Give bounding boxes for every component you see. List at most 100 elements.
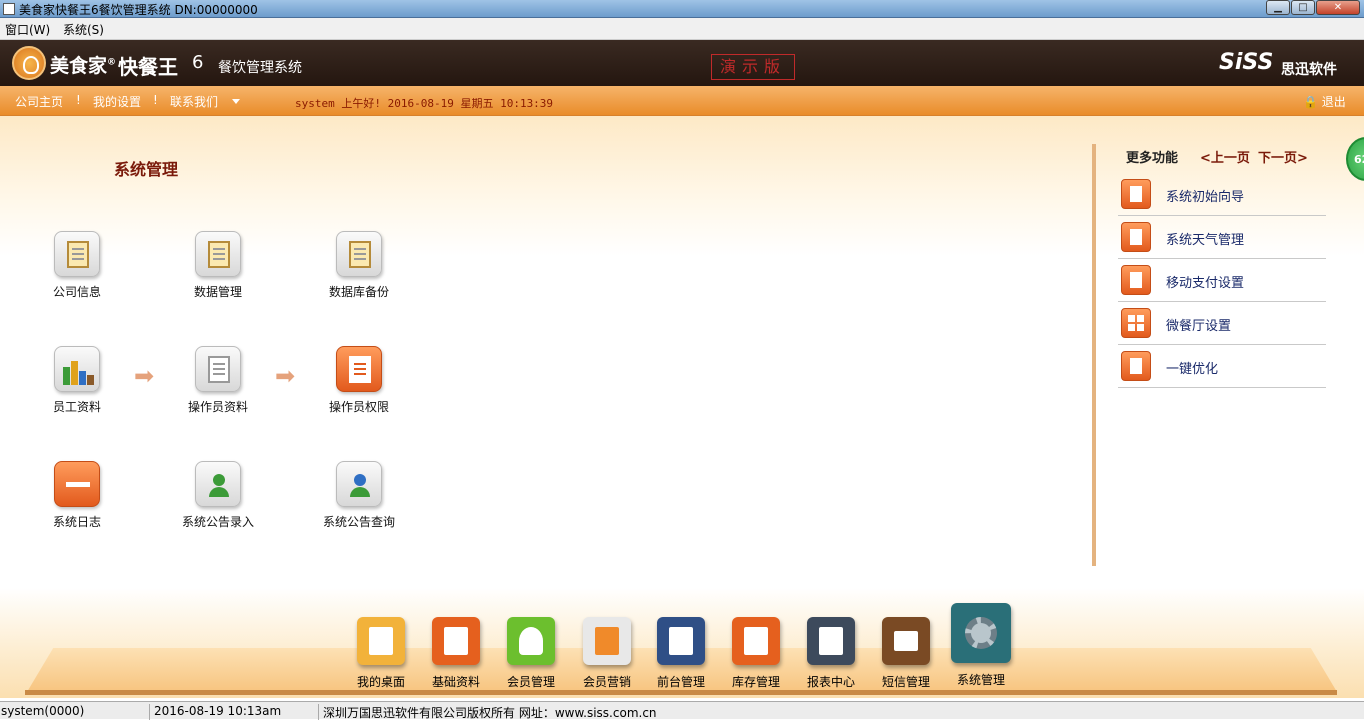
- front-desk-glyph: [669, 627, 693, 655]
- func-notice-entry[interactable]: 系统公告录入: [163, 461, 273, 530]
- func-staff-profile[interactable]: 员工资料: [22, 346, 132, 415]
- gear-glyph: [965, 617, 997, 649]
- optimize-icon: [1121, 351, 1151, 381]
- dock-inventory-management[interactable]: 库存管理: [718, 617, 794, 690]
- func-company-info[interactable]: 公司信息: [22, 231, 132, 300]
- product-subtitle: 餐饮管理系统: [218, 60, 302, 76]
- side-item-label: 系统天气管理: [1166, 233, 1245, 248]
- prev-page-link[interactable]: <上一页: [1200, 147, 1250, 166]
- func-label: 操作员权限: [328, 400, 389, 414]
- nav-contact-link[interactable]: 联系我们: [170, 93, 218, 110]
- title-bar: 美食家快餐王6餐饮管理系统 DN:00000000 ▁ □ ✕: [0, 0, 1364, 18]
- weather-doc-icon: [1121, 222, 1151, 252]
- dock-label: 我的桌面: [356, 675, 405, 689]
- nav-settings-link[interactable]: 我的设置: [93, 93, 141, 110]
- logout-link[interactable]: 🔒 退出: [1303, 93, 1346, 110]
- chevron-down-icon[interactable]: [232, 99, 240, 104]
- func-label: 数据管理: [193, 285, 242, 299]
- greeting-text: system 上午好! 2016-08-19 星期五 10:13:39: [295, 97, 554, 110]
- dock-sms-management[interactable]: 短信管理: [868, 617, 944, 690]
- mobile-pay-icon: [1121, 265, 1151, 295]
- document-glyph: [444, 627, 468, 655]
- demo-badge: 演示版: [711, 54, 795, 80]
- window-controls: ▁ □ ✕: [1265, 0, 1360, 16]
- report-icon: [807, 617, 855, 665]
- clipboard-icon: [54, 231, 100, 277]
- func-system-log[interactable]: 系统日志: [22, 461, 132, 530]
- inventory-glyph: [744, 627, 768, 655]
- data-file-glyph: [208, 241, 230, 268]
- nav-separator: !: [153, 93, 158, 107]
- side-item-micro-restaurant[interactable]: 微餐厅设置: [1118, 302, 1326, 345]
- status-time: 2016-08-19 10:13am: [149, 704, 281, 720]
- side-item-mobile-pay[interactable]: 移动支付设置: [1118, 259, 1326, 302]
- database-backup-icon: [336, 231, 382, 277]
- home-glyph: [369, 627, 393, 655]
- nav-separator: !: [76, 93, 81, 107]
- dock-front-management[interactable]: 前台管理: [643, 617, 719, 690]
- minus-glyph: [66, 482, 90, 487]
- next-page-link[interactable]: 下一页>: [1258, 147, 1308, 166]
- product-name: 快餐王: [118, 55, 178, 79]
- menu-bar: 窗口(W) 系统(S): [0, 18, 1364, 40]
- product-version: 6: [192, 52, 204, 73]
- dock-label: 报表中心: [806, 675, 855, 689]
- close-button[interactable]: ✕: [1316, 0, 1360, 15]
- status-user: system(0000): [1, 704, 85, 718]
- dock-report-center[interactable]: 报表中心: [793, 617, 869, 690]
- envelope-glyph: [894, 631, 918, 651]
- dock-edge: [25, 690, 1337, 695]
- side-item-weather[interactable]: 系统天气管理: [1118, 216, 1326, 259]
- report-glyph: [819, 627, 843, 655]
- dock-label: 库存管理: [731, 675, 780, 689]
- dock-member-management[interactable]: 会员管理: [493, 617, 569, 690]
- side-item-init-wizard[interactable]: 系统初始向导: [1118, 173, 1326, 216]
- brand-name: 美食家®: [50, 51, 116, 78]
- func-label: 公司信息: [52, 285, 101, 299]
- minimize-button[interactable]: ▁: [1266, 0, 1290, 15]
- nav-home-link[interactable]: 公司主页: [15, 93, 63, 110]
- dock-my-desktop[interactable]: 我的桌面: [343, 617, 419, 690]
- flow-arrow-icon: ➡: [134, 362, 155, 390]
- func-label: 操作员资料: [187, 400, 248, 414]
- dock-system-management[interactable]: 系统管理: [943, 603, 1019, 688]
- logout-label: 退出: [1321, 95, 1346, 109]
- dock-label: 短信管理: [881, 675, 930, 689]
- flow-arrow-icon: ➡: [275, 362, 296, 390]
- inventory-icon: [732, 617, 780, 665]
- func-data-management[interactable]: 数据管理: [163, 231, 273, 300]
- maximize-button[interactable]: □: [1291, 0, 1315, 15]
- func-notice-query[interactable]: 系统公告查询: [304, 461, 414, 530]
- data-file-icon: [195, 231, 241, 277]
- func-label: 系统公告查询: [322, 515, 395, 529]
- dock-basic-data[interactable]: 基础资料: [418, 617, 494, 690]
- func-operator-permission[interactable]: 操作员权限: [304, 346, 414, 415]
- vendor-logo: SiSS: [1219, 50, 1274, 75]
- more-functions-title: 更多功能: [1126, 151, 1179, 166]
- dock-label: 会员营销: [582, 675, 631, 689]
- func-operator-profile[interactable]: 操作员资料: [163, 346, 273, 415]
- menu-window[interactable]: 窗口(W): [5, 21, 50, 38]
- brand-mark: ®: [107, 57, 117, 68]
- func-label: 系统公告录入: [181, 515, 254, 529]
- document-icon: [432, 617, 480, 665]
- staff-chart-icon: [54, 346, 100, 392]
- front-desk-icon: [657, 617, 705, 665]
- side-item-optimize[interactable]: 一键优化: [1118, 345, 1326, 388]
- dock-label: 系统管理: [956, 673, 1005, 687]
- func-database-backup[interactable]: 数据库备份: [304, 231, 414, 300]
- func-label: 系统日志: [52, 515, 101, 529]
- vertical-divider: [1092, 144, 1096, 566]
- dock-member-marketing[interactable]: 会员营销: [569, 617, 645, 690]
- operator-desk-icon: [195, 346, 241, 392]
- dock-label: 前台管理: [656, 675, 705, 689]
- log-minus-icon: [54, 461, 100, 507]
- person-glyph: [350, 474, 370, 497]
- status-copyright: 深圳万国思迅软件有限公司版权所有 网址：www.siss.com.cn: [318, 704, 657, 720]
- member-icon: [507, 617, 555, 665]
- notice-query-icon: [336, 461, 382, 507]
- menu-system[interactable]: 系统(S): [63, 21, 104, 38]
- grid-icon: [1121, 308, 1151, 338]
- person-glyph: [209, 474, 229, 497]
- status-bar: system(0000) 2016-08-19 10:13am 深圳万国思迅软件…: [0, 701, 1364, 720]
